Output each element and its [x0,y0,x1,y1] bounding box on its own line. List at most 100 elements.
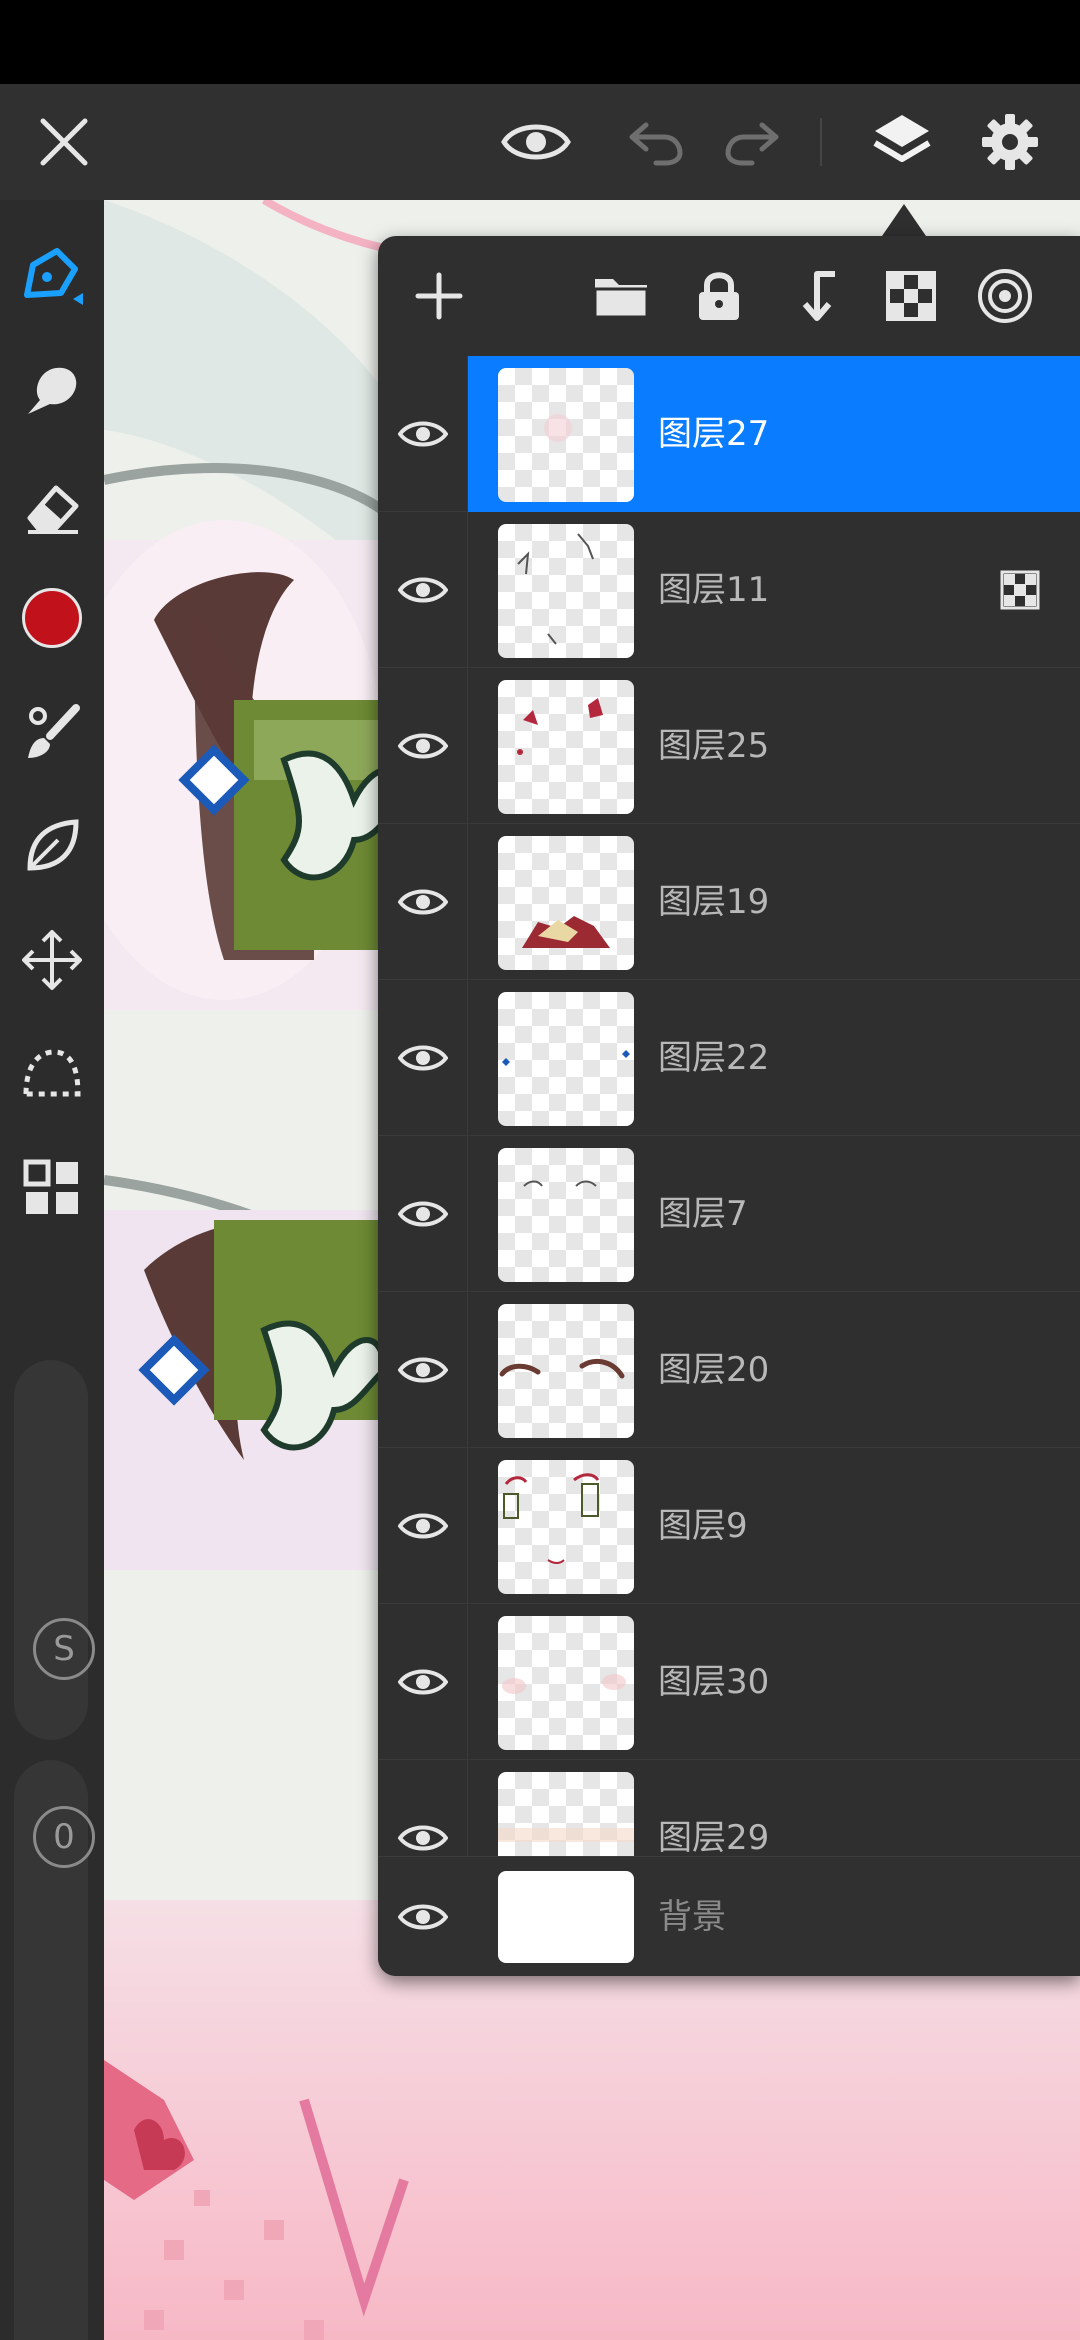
close-icon [40,118,88,166]
plus-icon [415,272,463,320]
visibility-toggle[interactable] [378,668,468,824]
layer-thumbnail [498,368,634,502]
eye-icon [397,421,448,447]
smudge-icon [28,367,77,414]
leaf-icon [27,819,79,871]
layers-panel: 图层27 图层11 图层25 图层19 图层22 图层7 图层20 图层9 图层… [378,236,1080,1976]
grid-icon [23,1159,78,1214]
visibility-toggle[interactable] [398,1857,448,1976]
layer-thumbnail [498,1772,634,1856]
brush-tool[interactable] [0,682,104,782]
layer-thumbnail [498,1304,634,1438]
layer-main[interactable]: 图层27 [468,356,1080,512]
eye-icon [397,1201,448,1227]
visibility-toggle[interactable] [378,512,468,668]
visibility-toggle[interactable] [378,824,468,980]
add-layer-button[interactable] [394,236,484,356]
layer-row[interactable]: 图层9 [378,1448,1080,1604]
layer-main[interactable]: 图层22 [468,980,1080,1136]
merge-down-button[interactable] [770,236,860,356]
eye-icon [397,1045,448,1071]
layer-main[interactable]: 图层25 [468,668,1080,824]
layer-row[interactable]: 图层25 [378,668,1080,824]
new-folder-button[interactable] [576,236,666,356]
brush-opacity-slider[interactable]: 0 [14,1760,95,2340]
gear-icon [982,114,1038,170]
layers-button[interactable] [852,84,952,200]
visibility-toggle[interactable] [378,1292,468,1448]
eye-icon [397,1669,448,1695]
layer-thumbnail [498,992,634,1126]
close-button[interactable] [14,84,114,200]
layer-row[interactable]: 图层27 [378,356,1080,512]
visibility-toggle[interactable] [378,980,468,1136]
layer-list[interactable]: 图层27 图层11 图层25 图层19 图层22 图层7 图层20 图层9 图层… [378,356,1080,1856]
eye-icon [397,577,448,603]
layer-name: 图层27 [658,414,770,454]
layer-name: 图层29 [658,1818,770,1856]
visibility-toggle[interactable] [378,1448,468,1604]
color-picker[interactable] [0,568,104,668]
undo-button[interactable] [606,84,706,200]
alpha-lock-icon [1000,570,1040,610]
layer-main[interactable]: 图层11 [468,512,1080,668]
eye-icon [501,124,571,160]
layer-row[interactable]: 图层19 [378,824,1080,980]
redo-icon [725,122,779,166]
lasso-fill-tool[interactable] [0,796,104,896]
target-icon [978,269,1032,323]
layer-row[interactable]: 图层22 [378,980,1080,1136]
layer-row[interactable]: 图层11 [378,512,1080,668]
transform-tool[interactable] [0,910,104,1010]
smudge-tool[interactable] [0,340,104,440]
pen-tool[interactable] [0,226,104,326]
background-layer-row[interactable]: 背景 [378,1856,1080,1976]
layer-main[interactable]: 图层20 [468,1292,1080,1448]
selection-tool[interactable] [0,1024,104,1124]
eraser-icon [27,485,79,534]
layer-main[interactable]: 图层29 [468,1760,1080,1856]
eye-icon [397,1357,448,1383]
layer-blend-button[interactable] [960,236,1050,356]
layer-row[interactable]: 图层30 [378,1604,1080,1760]
top-toolbar [0,84,1080,200]
layers-icon [873,115,931,162]
lock-layer-button[interactable] [674,236,764,356]
layer-name: 图层11 [658,570,770,610]
layer-name: 图层22 [658,1038,770,1078]
pen-icon [24,248,83,305]
brush-icon [28,704,80,758]
layer-main[interactable]: 图层7 [468,1136,1080,1292]
eye-icon [398,1904,448,1930]
layer-name: 背景 [658,1897,726,1937]
eye-icon [397,1513,448,1539]
layer-thumbnail [498,1148,634,1282]
layer-main[interactable]: 图层9 [468,1448,1080,1604]
layer-main[interactable]: 图层30 [468,1604,1080,1760]
redo-button[interactable] [702,84,802,200]
layer-name: 图层25 [658,726,770,766]
visibility-toggle[interactable] [378,1760,468,1856]
layer-row[interactable]: 图层29 [378,1760,1080,1856]
toolbar-divider [820,118,822,166]
layer-row[interactable]: 图层20 [378,1292,1080,1448]
layer-row[interactable]: 图层7 [378,1136,1080,1292]
settings-button[interactable] [960,84,1060,200]
visibility-toggle[interactable] [378,1136,468,1292]
visibility-toggle[interactable] [378,1604,468,1760]
visibility-toggle[interactable] [378,356,468,512]
layer-thumbnail [498,680,634,814]
brush-size-slider[interactable]: S [14,1360,95,1740]
eye-icon [397,889,448,915]
alpha-lock-button[interactable] [866,236,956,356]
eraser-tool[interactable] [0,456,104,556]
layer-main[interactable]: 图层19 [468,824,1080,980]
lasso-icon [23,1049,81,1097]
layers-panel-toolbar [378,236,1080,356]
gallery-tool[interactable] [0,1138,104,1238]
checker-icon [886,271,936,321]
preview-button[interactable] [486,84,586,200]
layer-name: 图层20 [658,1350,770,1390]
undo-icon [629,122,683,166]
layer-thumbnail [498,1616,634,1750]
